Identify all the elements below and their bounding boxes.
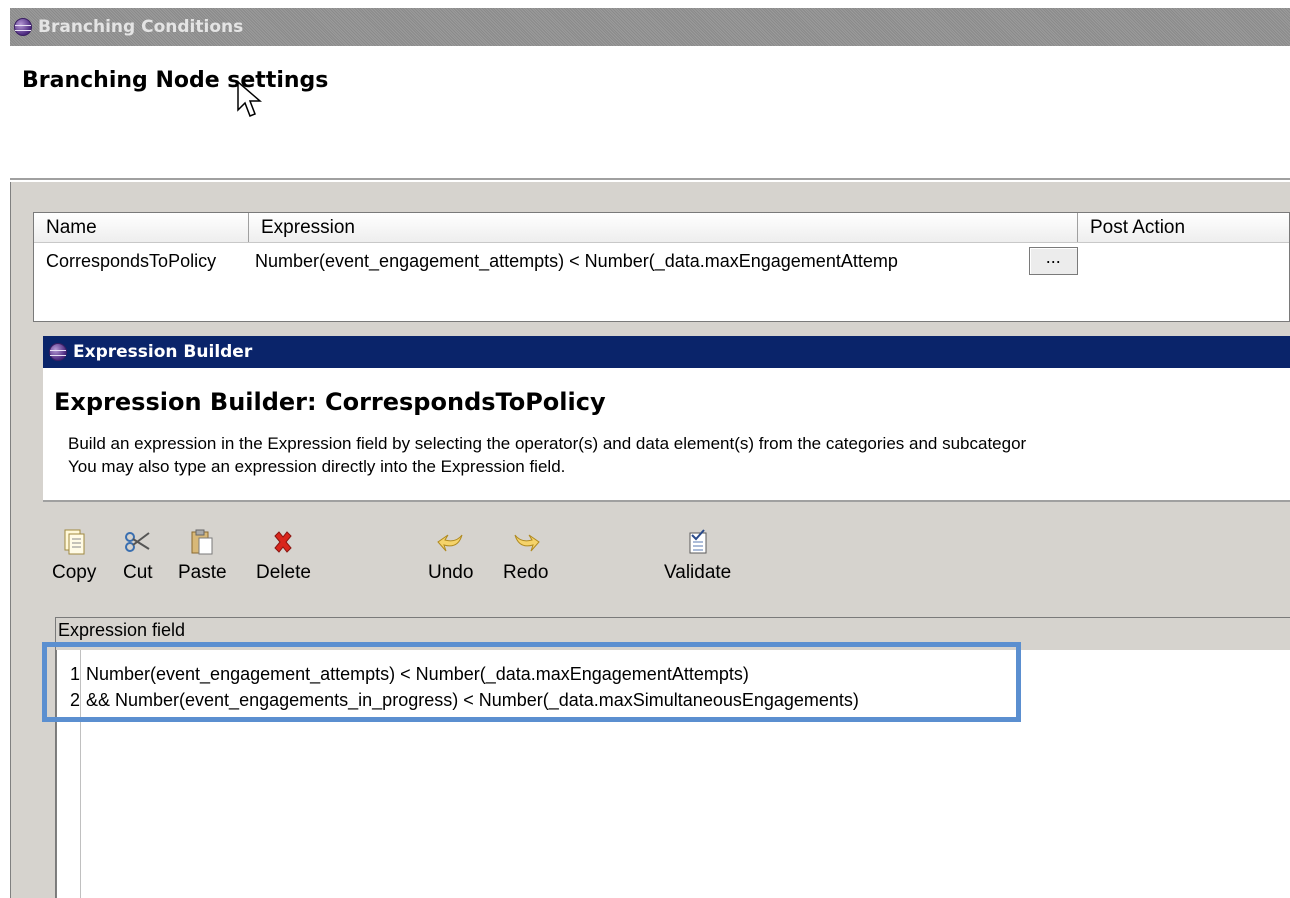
copy-label: Copy	[52, 562, 97, 583]
undo-label: Undo	[428, 562, 474, 583]
mouse-pointer-icon	[237, 80, 262, 117]
delete-label: Delete	[256, 562, 311, 583]
undo-icon	[436, 526, 466, 558]
redo-label: Redo	[503, 562, 549, 583]
delete-button[interactable]: Delete	[256, 526, 311, 584]
window-title: Branching Conditions	[38, 17, 244, 37]
branching-conditions-table: Name Expression Post Action CorrespondsT…	[33, 212, 1290, 322]
copy-icon	[63, 526, 85, 558]
paste-button[interactable]: Paste	[178, 526, 227, 584]
table-row[interactable]: CorrespondsToPolicy Number(event_engagem…	[34, 243, 1289, 279]
column-header-expression[interactable]: Expression	[249, 213, 1078, 242]
validate-label: Validate	[664, 562, 732, 583]
paste-label: Paste	[178, 562, 227, 583]
delete-icon	[271, 526, 295, 558]
column-header-name[interactable]: Name	[34, 213, 249, 242]
branching-conditions-titlebar[interactable]: Branching Conditions	[10, 8, 1290, 46]
cut-label: Cut	[123, 562, 153, 583]
page-title: Branching Node settings	[22, 68, 329, 93]
copy-button[interactable]: Copy	[52, 526, 96, 584]
redo-icon	[511, 526, 541, 558]
app-globe-icon	[14, 18, 32, 36]
description-line: You may also type an expression directly…	[68, 457, 566, 476]
row-expression-text: Number(event_engagement_attempts) < Numb…	[255, 250, 898, 271]
cut-button[interactable]: Cut	[123, 526, 153, 584]
highlight-annotation-box	[42, 642, 1021, 722]
column-header-post-action[interactable]: Post Action	[1078, 213, 1289, 242]
validate-button[interactable]: Validate	[664, 526, 731, 584]
row-expression-cell[interactable]: Number(event_engagement_attempts) < Numb…	[249, 247, 1078, 275]
cut-icon	[124, 526, 152, 558]
dialog-heading: Expression Builder: CorrespondsToPolicy	[54, 388, 606, 416]
expression-builder-header: Expression Builder: CorrespondsToPolicy …	[43, 368, 1290, 502]
page-margin	[0, 0, 10, 898]
app-globe-icon	[49, 343, 67, 361]
description-line: Build an expression in the Expression fi…	[68, 434, 1027, 453]
redo-button[interactable]: Redo	[503, 526, 548, 584]
undo-button[interactable]: Undo	[428, 526, 473, 584]
dialog-title: Expression Builder	[73, 342, 253, 362]
expression-builder-titlebar[interactable]: Expression Builder	[43, 336, 1290, 368]
outer-header: Branching Node settings	[10, 46, 1290, 180]
validate-icon	[687, 526, 709, 558]
expression-field-label: Expression field	[58, 620, 186, 640]
open-expression-builder-button[interactable]: ...	[1028, 247, 1078, 275]
table-header: Name Expression Post Action	[34, 213, 1289, 243]
row-name-cell[interactable]: CorrespondsToPolicy	[34, 251, 249, 272]
dialog-description: Build an expression in the Expression fi…	[68, 432, 1290, 478]
paste-icon	[190, 526, 214, 558]
